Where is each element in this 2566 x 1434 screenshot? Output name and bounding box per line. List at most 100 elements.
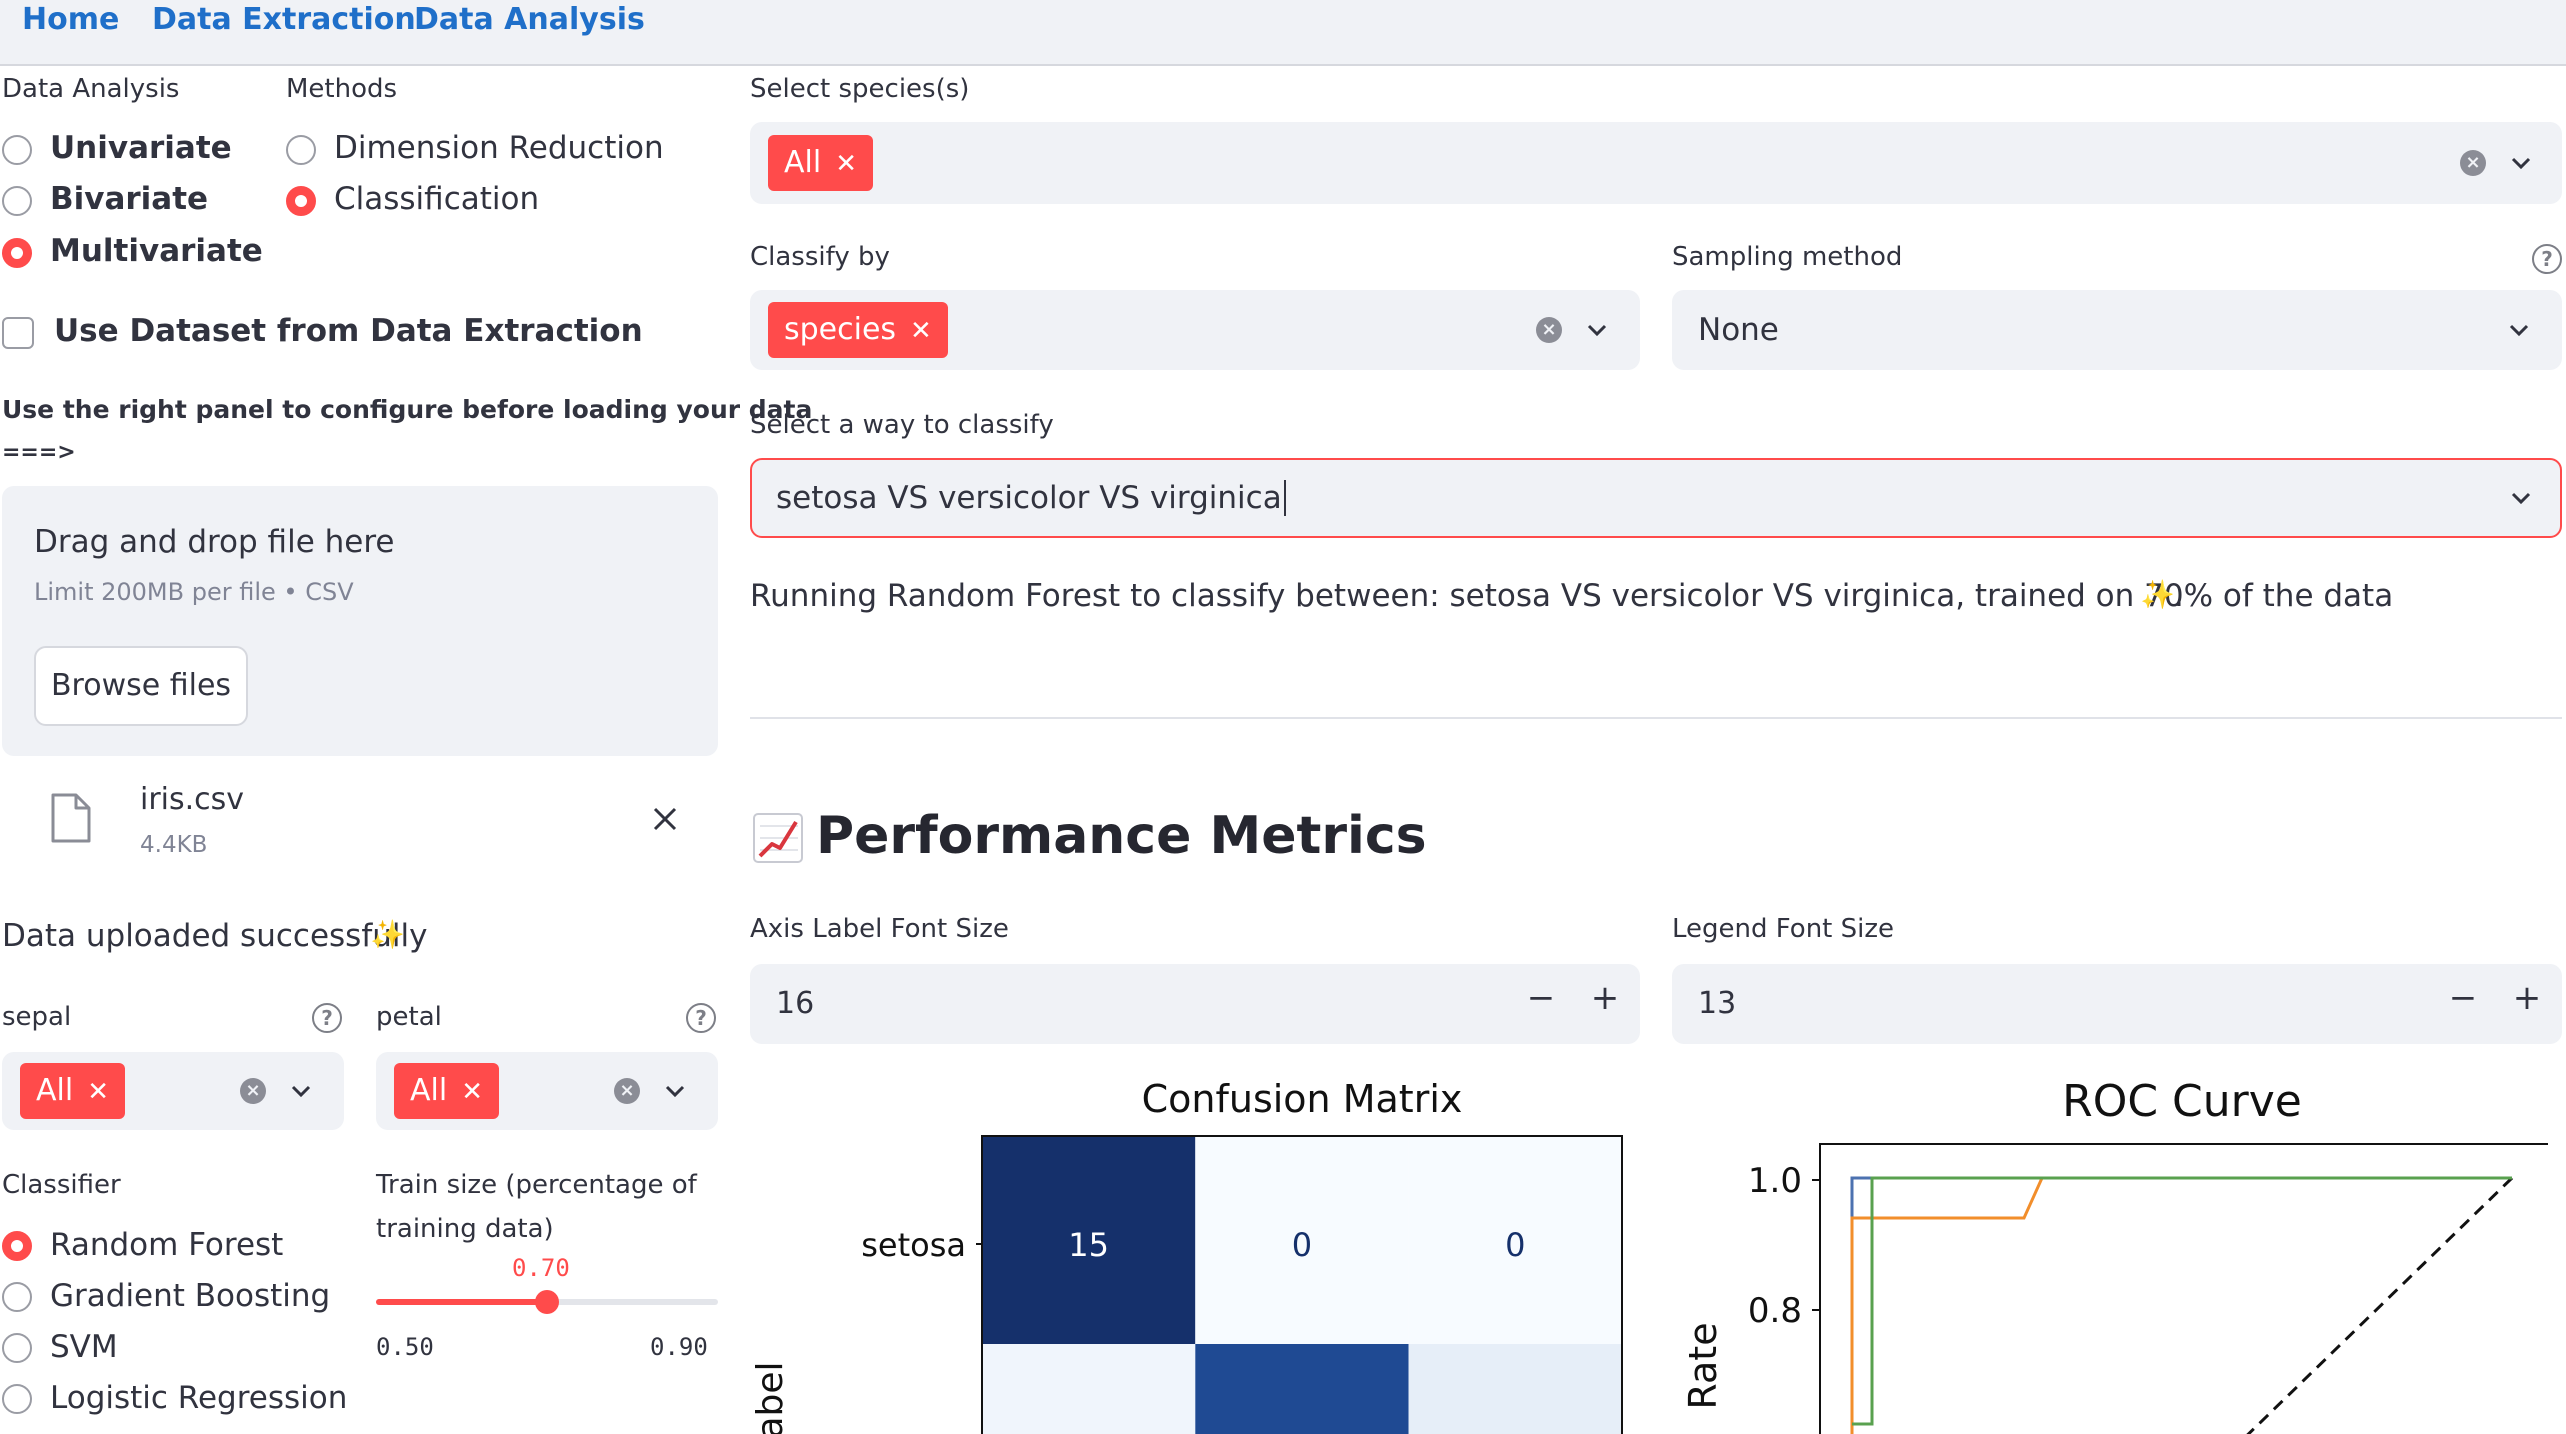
data-analysis-title: Data Analysis bbox=[2, 74, 180, 104]
confusion-matrix-cell bbox=[982, 1344, 1196, 1434]
legend-font-size-value[interactable]: 13 bbox=[1698, 986, 1736, 1021]
roc-curve-chart: ROC Curve 1.0 0.8 Rate bbox=[1681, 1076, 2548, 1434]
nav-data-extraction-link[interactable]: Data Extraction bbox=[152, 2, 416, 37]
chart-increasing-icon bbox=[753, 813, 803, 863]
legend-font-decrement-button[interactable]: − bbox=[2448, 978, 2478, 1018]
sepal-chip-label: All bbox=[36, 1073, 74, 1108]
roc-curve-title: ROC Curve bbox=[2062, 1076, 2302, 1127]
remove-file-icon[interactable] bbox=[652, 806, 678, 832]
sepal-clear-icon[interactable]: × bbox=[240, 1078, 266, 1104]
legend-font-size-input[interactable]: 13 − + bbox=[1672, 964, 2562, 1044]
file-uploader-dropzone[interactable]: Drag and drop file here Limit 200MB per … bbox=[2, 486, 718, 756]
species-clear-icon[interactable]: × bbox=[2460, 150, 2486, 176]
sepal-multiselect[interactable]: All ✕ × bbox=[2, 1052, 344, 1130]
option-bivariate[interactable]: Bivariate bbox=[50, 181, 208, 217]
species-chevron-down-icon[interactable] bbox=[2508, 150, 2534, 176]
train-size-thumb[interactable] bbox=[535, 1290, 559, 1314]
confusion-matrix-cell-value: 0 bbox=[1292, 1226, 1312, 1264]
browse-files-button[interactable]: Browse files bbox=[34, 646, 248, 726]
sparkles-icon: ✨ bbox=[370, 918, 405, 951]
option-univariate[interactable]: Univariate bbox=[50, 130, 232, 166]
classifier-title: Classifier bbox=[2, 1170, 121, 1200]
option-gradient-boosting[interactable]: Gradient Boosting bbox=[50, 1278, 330, 1314]
species-chip-remove-icon[interactable]: ✕ bbox=[835, 149, 857, 179]
petal-chip-remove-icon[interactable]: ✕ bbox=[461, 1077, 483, 1107]
radio-dimension-reduction[interactable] bbox=[286, 135, 316, 165]
train-size-label-line1: Train size (percentage of bbox=[376, 1170, 697, 1200]
sampling-method-label: Sampling method bbox=[1672, 242, 1903, 272]
axis-font-size-value[interactable]: 16 bbox=[776, 986, 814, 1021]
roc-ytick-label: 0.8 bbox=[1748, 1291, 1802, 1331]
axis-font-size-label: Axis Label Font Size bbox=[750, 914, 1009, 944]
roc-series-3 bbox=[1852, 1176, 2512, 1426]
way-to-classify-value[interactable]: setosa VS versicolor VS virginica bbox=[776, 480, 1286, 516]
radio-classification[interactable] bbox=[286, 186, 316, 216]
option-multivariate[interactable]: Multivariate bbox=[50, 233, 263, 269]
sampling-method-value: None bbox=[1698, 312, 1779, 348]
classify-by-chip-label: species bbox=[784, 312, 897, 347]
confusion-matrix-title: Confusion Matrix bbox=[1142, 1077, 1463, 1121]
way-to-classify-select[interactable]: setosa VS versicolor VS virginica bbox=[750, 458, 2562, 538]
petal-chip-all: All ✕ bbox=[394, 1063, 499, 1119]
roc-series-2 bbox=[1850, 1176, 2512, 1434]
legend-font-increment-button[interactable]: + bbox=[2512, 978, 2542, 1018]
instruction-text: Use the right panel to configure before … bbox=[2, 395, 813, 424]
sampling-method-select[interactable]: None bbox=[1672, 290, 2562, 370]
axis-font-decrement-button[interactable]: − bbox=[1526, 978, 1556, 1018]
confusion-matrix-cell bbox=[1408, 1344, 1622, 1434]
train-size-max: 0.90 bbox=[650, 1333, 708, 1361]
way-chevron-down-icon[interactable] bbox=[2508, 485, 2534, 511]
option-svm[interactable]: SVM bbox=[50, 1329, 118, 1365]
nav-home-link[interactable]: Home bbox=[22, 2, 119, 37]
sepal-chip-remove-icon[interactable]: ✕ bbox=[87, 1077, 109, 1107]
confusion-matrix-cell-value: 0 bbox=[1505, 1226, 1525, 1264]
classify-by-clear-icon[interactable]: × bbox=[1536, 317, 1562, 343]
classify-by-chip-remove-icon[interactable]: ✕ bbox=[910, 316, 932, 346]
sepal-help-icon[interactable]: ? bbox=[312, 1003, 342, 1033]
radio-svm[interactable] bbox=[2, 1333, 32, 1363]
use-dataset-label[interactable]: Use Dataset from Data Extraction bbox=[54, 313, 643, 349]
petal-chevron-down-icon[interactable] bbox=[662, 1078, 688, 1104]
petal-clear-icon[interactable]: × bbox=[614, 1078, 640, 1104]
petal-multiselect[interactable]: All ✕ × bbox=[376, 1052, 718, 1130]
axis-font-size-input[interactable]: 16 − + bbox=[750, 964, 1640, 1044]
petal-label: petal bbox=[376, 1002, 442, 1032]
species-multiselect[interactable]: All ✕ × bbox=[750, 122, 2562, 204]
confusion-matrix-chart: Confusion Matrix 15 0 0 setosa abel bbox=[750, 1077, 1623, 1434]
methods-title: Methods bbox=[286, 74, 398, 104]
radio-bivariate[interactable] bbox=[2, 186, 32, 216]
file-size: 4.4KB bbox=[140, 832, 208, 858]
legend-font-size-label: Legend Font Size bbox=[1672, 914, 1895, 944]
option-dimension-reduction[interactable]: Dimension Reduction bbox=[334, 130, 664, 166]
sepal-chevron-down-icon[interactable] bbox=[288, 1078, 314, 1104]
classify-by-chip-species: species ✕ bbox=[768, 302, 948, 358]
confusion-matrix-ylabel: abel bbox=[750, 1361, 791, 1434]
train-size-fill bbox=[376, 1299, 547, 1305]
petal-help-icon[interactable]: ? bbox=[686, 1003, 716, 1033]
radio-univariate[interactable] bbox=[2, 135, 32, 165]
option-classification[interactable]: Classification bbox=[334, 181, 539, 217]
sampling-chevron-down-icon[interactable] bbox=[2506, 317, 2532, 343]
instruction-arrow: ===> bbox=[2, 440, 76, 465]
divider bbox=[750, 717, 2562, 719]
axis-font-increment-button[interactable]: + bbox=[1590, 978, 1620, 1018]
top-nav: Home Data Extraction Data Analysis bbox=[0, 0, 2566, 66]
classify-by-chevron-down-icon[interactable] bbox=[1584, 317, 1610, 343]
roc-ylabel: Rate bbox=[1681, 1322, 1725, 1409]
train-size-label-line2: training data) bbox=[376, 1214, 554, 1244]
species-chip-all: All ✕ bbox=[768, 135, 873, 191]
way-to-classify-label: Select a way to classify bbox=[750, 410, 1054, 440]
radio-gradient-boosting[interactable] bbox=[2, 1282, 32, 1312]
radio-logistic-regression[interactable] bbox=[2, 1384, 32, 1414]
classify-by-multiselect[interactable]: species ✕ × bbox=[750, 290, 1640, 370]
sampling-help-icon[interactable]: ? bbox=[2532, 244, 2562, 274]
sepal-chip-all: All ✕ bbox=[20, 1063, 125, 1119]
use-dataset-checkbox[interactable] bbox=[2, 317, 34, 349]
species-label: Select species(s) bbox=[750, 74, 970, 104]
radio-multivariate[interactable] bbox=[2, 238, 32, 268]
confusion-matrix-cell-value: 15 bbox=[1068, 1226, 1109, 1264]
option-random-forest[interactable]: Random Forest bbox=[50, 1227, 283, 1263]
radio-random-forest[interactable] bbox=[2, 1231, 32, 1261]
option-logistic-regression[interactable]: Logistic Regression bbox=[50, 1380, 347, 1416]
nav-data-analysis-link[interactable]: Data Analysis bbox=[414, 2, 645, 37]
